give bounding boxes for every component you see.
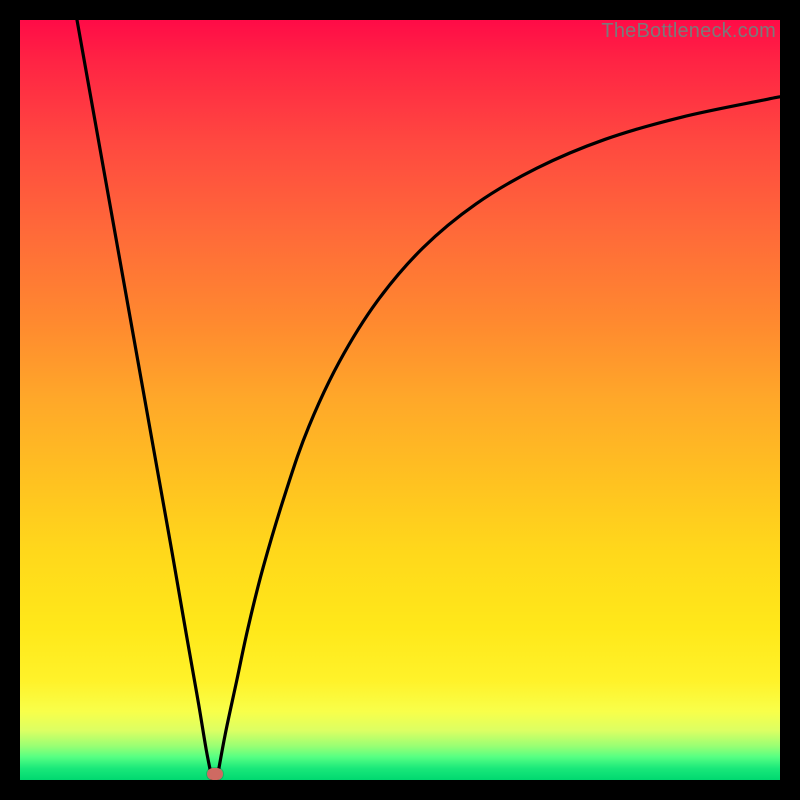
curve-layer [20, 20, 780, 780]
chart-frame: TheBottleneck.com [20, 20, 780, 780]
minimum-marker [207, 768, 223, 780]
curve-left-branch [77, 20, 212, 780]
curve-right-branch [217, 97, 780, 780]
attribution-text: TheBottleneck.com [601, 20, 776, 43]
